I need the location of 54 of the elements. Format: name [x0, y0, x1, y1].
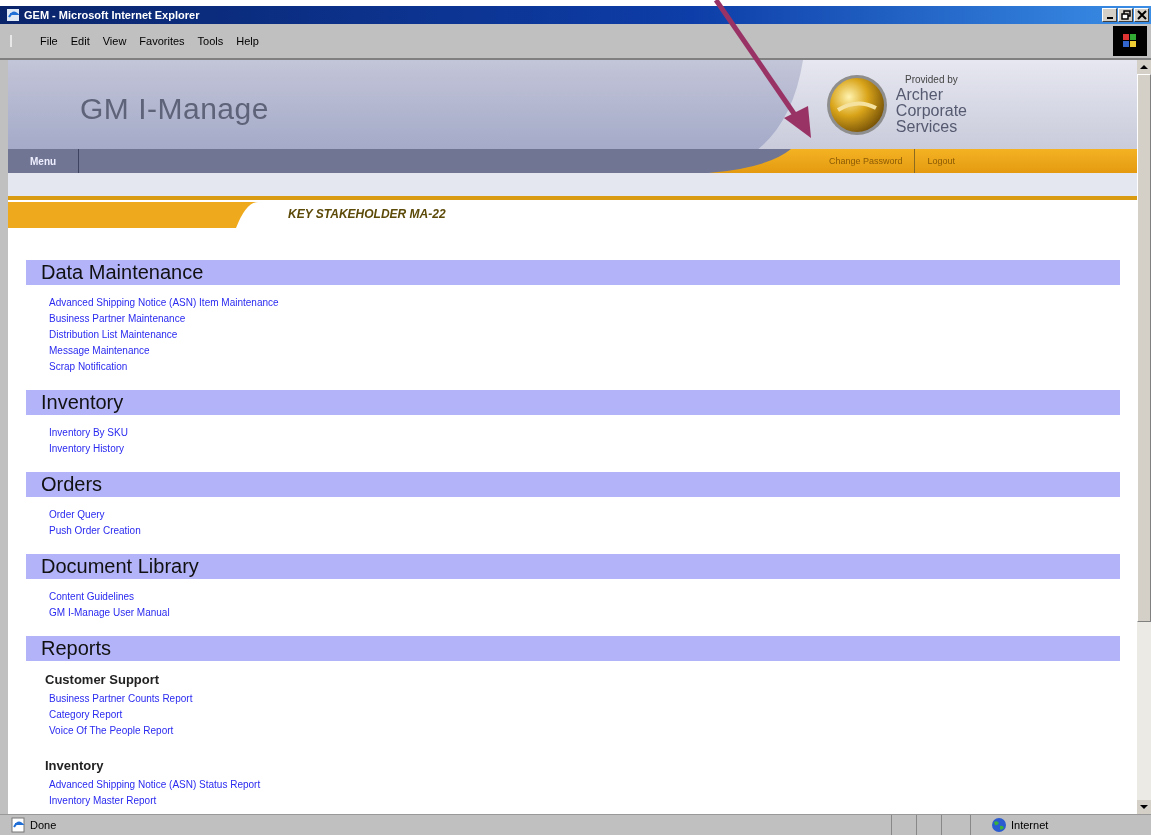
- page-link[interactable]: Push Order Creation: [49, 523, 141, 539]
- minimize-button[interactable]: [1102, 8, 1117, 22]
- page-link[interactable]: Order Query: [49, 507, 105, 523]
- page-link[interactable]: Business Partner Counts Report: [49, 691, 193, 707]
- window-title: GEM - Microsoft Internet Explorer: [24, 9, 200, 21]
- browser-icon: [6, 8, 20, 22]
- page-link[interactable]: Content Guidelines: [49, 589, 135, 605]
- sphere-logo-icon: [825, 73, 888, 136]
- page-title: KEY STAKEHOLDER MA-22: [288, 207, 446, 221]
- menu-link[interactable]: Menu: [8, 149, 80, 173]
- page-link[interactable]: Category Report: [49, 707, 123, 723]
- page-link[interactable]: Scrap Notification: [49, 359, 128, 375]
- page-link[interactable]: Inventory By SKU: [49, 425, 128, 441]
- menu-item[interactable]: Tools: [197, 35, 224, 47]
- close-icon: [1136, 10, 1147, 20]
- section-title: Reports: [41, 637, 112, 660]
- zone-text: Internet: [1011, 819, 1049, 831]
- page-link[interactable]: Distribution List Maintenance: [49, 327, 178, 343]
- menu-item[interactable]: Help: [236, 35, 259, 47]
- provided-by-label: Provided by: [905, 74, 958, 85]
- company-name: Corporate: [895, 103, 967, 119]
- page-link[interactable]: Message Maintenance: [49, 343, 150, 359]
- section-title: Data Maintenance: [41, 261, 204, 284]
- page-icon: [10, 817, 26, 833]
- group-heading: Customer Support: [44, 671, 161, 687]
- close-button[interactable]: [1134, 8, 1149, 22]
- section-title: Inventory: [41, 391, 124, 414]
- page-link[interactable]: Business Partner Maintenance: [49, 311, 186, 327]
- scrollbar[interactable]: [1137, 60, 1151, 814]
- app-title: GM I-Manage: [80, 91, 269, 126]
- restore-button[interactable]: [1118, 8, 1133, 22]
- section-title: Orders: [41, 473, 103, 496]
- page-link[interactable]: Advanced Shipping Notice (ASN) Item Maintenance: [49, 295, 279, 311]
- globe-icon: [991, 817, 1007, 833]
- company-name: Services: [895, 119, 958, 135]
- status-text: Done: [30, 819, 57, 831]
- scroll-thumb[interactable]: [1137, 74, 1151, 622]
- menu-item[interactable]: Favorites: [139, 35, 185, 47]
- company-name: Archer: [895, 87, 944, 103]
- page-link[interactable]: Voice Of The People Report: [49, 723, 174, 739]
- page-link[interactable]: Inventory Master Report: [49, 793, 157, 809]
- group-heading: Inventory: [44, 757, 105, 773]
- scroll-up-icon[interactable]: [1137, 60, 1151, 74]
- menu-item[interactable]: Edit: [70, 35, 90, 47]
- page-link[interactable]: GM I-Manage User Manual: [49, 605, 170, 621]
- restore-icon: [1120, 10, 1131, 20]
- page-link[interactable]: Advanced Shipping Notice (ASN) Status Report: [49, 777, 261, 793]
- page-link[interactable]: Inventory History: [49, 441, 125, 457]
- section-title: Document Library: [41, 555, 199, 578]
- menu-item[interactable]: View: [102, 35, 127, 47]
- scroll-down-icon[interactable]: [1137, 800, 1151, 814]
- flag-icon: [1113, 26, 1147, 56]
- menu-item[interactable]: File: [40, 35, 58, 47]
- minimize-icon: [1106, 17, 1113, 19]
